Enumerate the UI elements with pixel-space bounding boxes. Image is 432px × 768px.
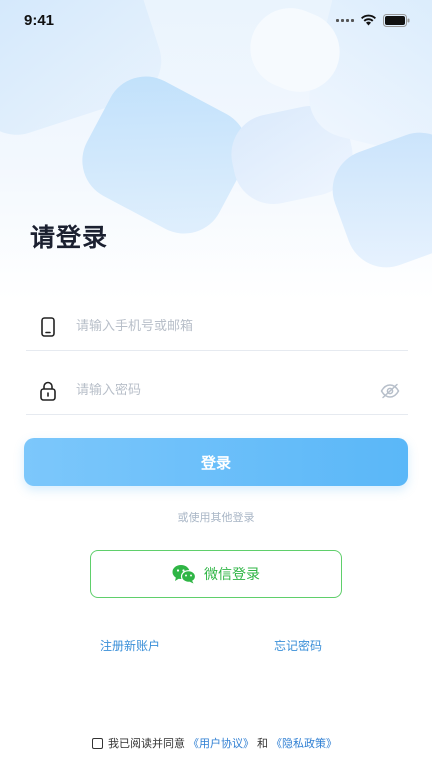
password-input[interactable] bbox=[70, 383, 372, 398]
phone-email-input[interactable] bbox=[70, 319, 408, 334]
wechat-icon bbox=[172, 565, 196, 584]
status-time: 9:41 bbox=[24, 11, 55, 29]
agreement-row: 我已阅读并同意 《用户协议》 和 《隐私政策》 bbox=[0, 735, 432, 751]
login-button[interactable]: 登录 bbox=[24, 438, 408, 486]
lock-icon bbox=[26, 381, 70, 401]
eye-off-icon[interactable] bbox=[372, 383, 408, 399]
wechat-login-label: 微信登录 bbox=[204, 567, 260, 583]
battery-icon bbox=[383, 13, 410, 27]
phone-field bbox=[26, 303, 408, 351]
header-background bbox=[0, 0, 432, 300]
forgot-password-link[interactable]: 忘记密码 bbox=[274, 637, 322, 654]
user-agreement-link[interactable]: 《用户协议》 bbox=[188, 735, 254, 751]
status-icons bbox=[336, 13, 410, 27]
signal-icon bbox=[336, 18, 354, 22]
wechat-login-button[interactable]: 微信登录 bbox=[90, 550, 342, 598]
agreement-checkbox[interactable] bbox=[92, 737, 103, 749]
agreement-conjunction: 和 bbox=[257, 737, 268, 750]
page-title: 请登录 bbox=[30, 223, 109, 252]
agreement-prefix: 我已阅读并同意 bbox=[108, 737, 185, 750]
other-login-label: 或使用其他登录 bbox=[177, 511, 255, 524]
wifi-icon bbox=[361, 14, 376, 26]
phone-icon bbox=[26, 316, 70, 337]
privacy-policy-link[interactable]: 《隐私政策》 bbox=[271, 735, 337, 751]
password-field bbox=[26, 367, 408, 415]
status-bar: 9:41 bbox=[0, 0, 432, 40]
register-link[interactable]: 注册新账户 bbox=[100, 637, 160, 654]
